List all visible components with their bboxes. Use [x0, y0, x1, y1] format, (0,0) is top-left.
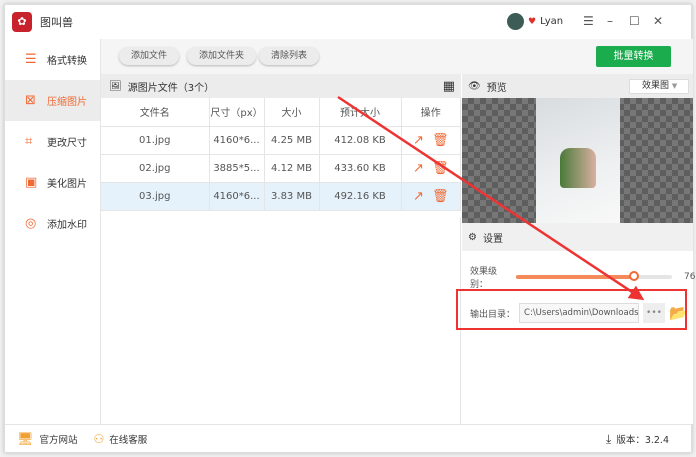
annotation-arrow: [337, 95, 645, 301]
